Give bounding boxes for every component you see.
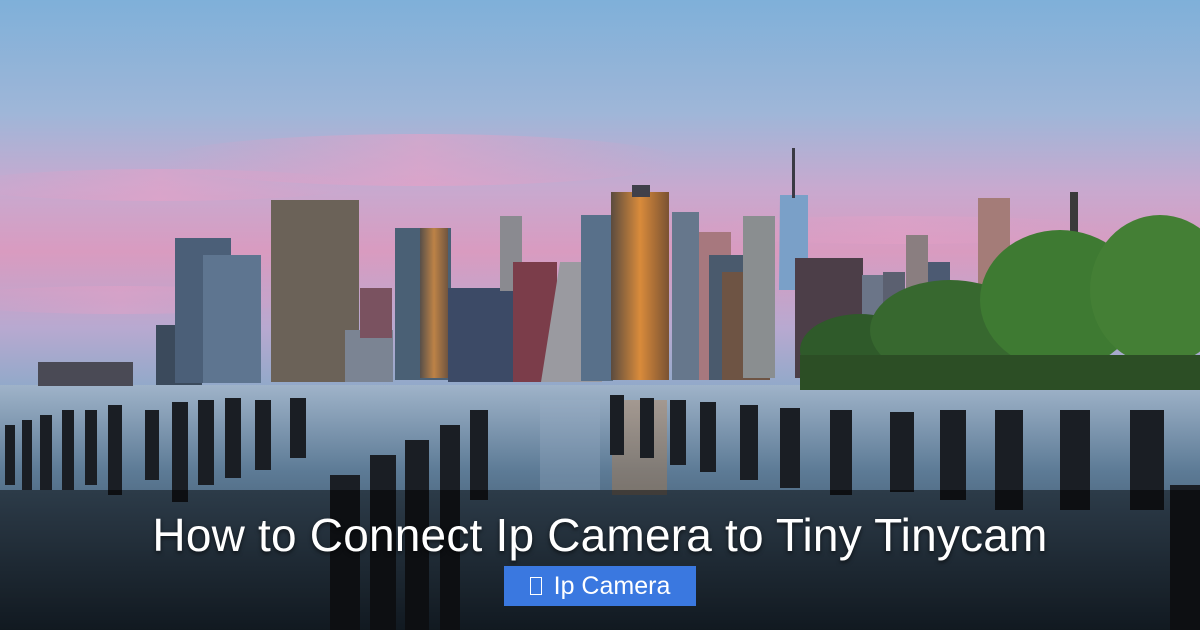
category-badge[interactable]: Ip Camera <box>504 566 696 606</box>
tag-icon <box>529 577 542 595</box>
reflection-blue <box>540 400 600 490</box>
article-title: How to Connect Ip Camera to Tiny Tinycam <box>152 509 1048 561</box>
category-label: Ip Camera <box>553 571 671 600</box>
hero-banner: How to Connect Ip Camera to Tiny Tinycam… <box>0 0 1200 630</box>
